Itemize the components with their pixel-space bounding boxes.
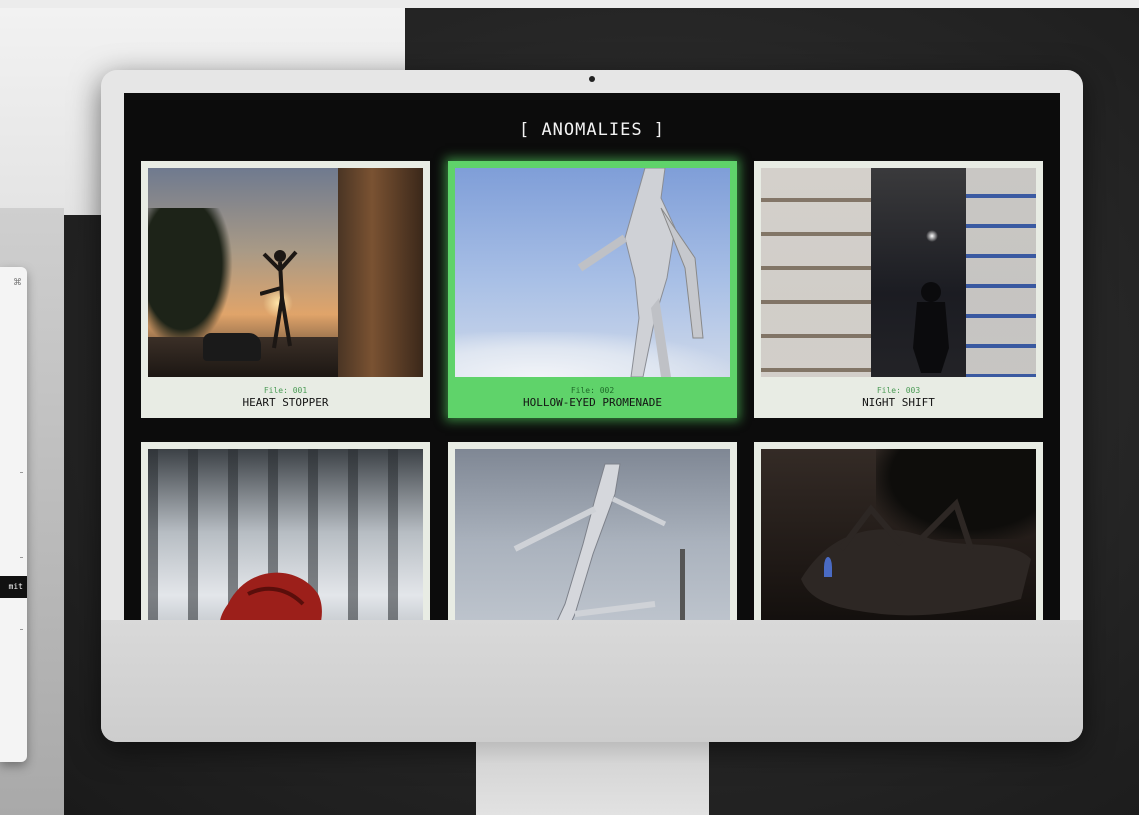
imac-stand [476,742,709,815]
side-window-bar-text[interactable]: mit [0,576,27,598]
photo-power-line-giant[interactable] [455,449,730,620]
file-number: File: 003 [876,386,921,395]
file-number: File: 002 [570,386,615,395]
gallery-card-2[interactable]: File: 002 HOLLOW-EYED PROMENADE [448,161,737,418]
gallery-card-5[interactable] [448,442,737,620]
photo-night-shift[interactable] [761,168,1036,377]
photo-hollow-eyed-promenade[interactable] [455,168,730,377]
divider [20,472,23,473]
gallery-card-4[interactable] [141,442,430,620]
divider [20,629,23,630]
command-icon: ⌘ [13,278,22,288]
file-title: HEART STOPPER [242,396,329,409]
screen: [ ANOMALIES ] File: 001 HEART STOPPER Fi… [124,93,1060,620]
camera-icon [589,76,595,82]
page-title: [ ANOMALIES ] [518,120,666,140]
gallery-card-3[interactable]: File: 003 NIGHT SHIFT [754,161,1043,418]
gallery-card-1[interactable]: File: 001 HEART STOPPER [141,161,430,418]
photo-forest-creature[interactable] [148,449,423,620]
file-title: NIGHT SHIFT [862,396,935,409]
photo-heart-stopper[interactable] [148,168,423,377]
imac-chin [101,620,1083,742]
top-band [0,0,1139,8]
photo-night-dragon[interactable] [761,449,1036,620]
side-window[interactable]: ⌘ mit [0,267,27,762]
gallery-card-6[interactable] [754,442,1043,620]
file-number: File: 001 [263,386,308,395]
divider [20,557,23,558]
file-title: HOLLOW-EYED PROMENADE [522,396,663,409]
